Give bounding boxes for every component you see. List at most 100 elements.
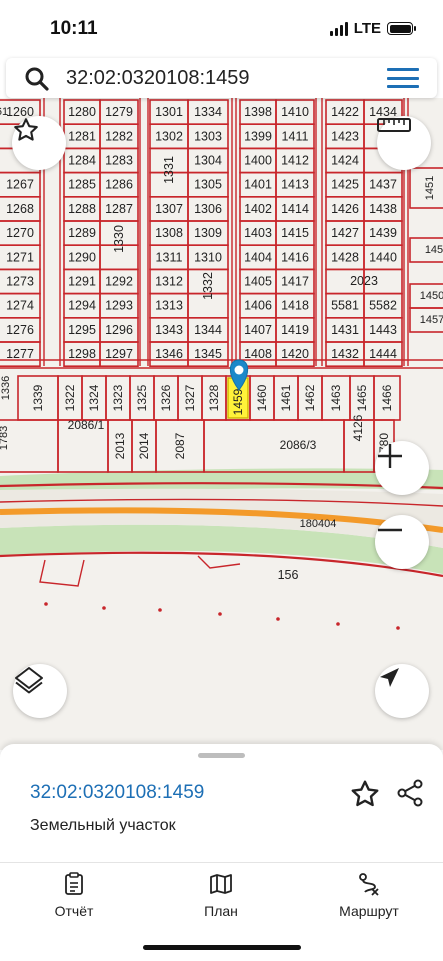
parcel-label: 1313 (155, 299, 183, 313)
report-icon (63, 871, 85, 899)
cadastral-map[interactable]: 1260 1280 1279 1301 1334 1398 1410 1422 1434 1281… (0, 98, 443, 750)
parcel-label: 1290 (68, 250, 96, 264)
parcel-label: 1270 (6, 226, 34, 240)
parcel-label: 1465 (355, 384, 369, 411)
sheet-drag-handle[interactable] (198, 753, 245, 758)
parcel-label: 2013 (113, 432, 127, 459)
parcel-label: 1415 (281, 226, 309, 240)
parcel-label: 1294 (68, 299, 96, 313)
ruler-button[interactable] (377, 116, 431, 170)
parcel-label: 61 (0, 106, 8, 118)
parcel-label: 1457 (420, 314, 443, 326)
search-bar[interactable]: 32:02:0320108:1459 (6, 58, 437, 98)
parcel-label: 1308 (155, 226, 183, 240)
boundary-marker (276, 617, 280, 621)
tab-route[interactable]: Маршрут (309, 872, 429, 919)
parcel-label: 1268 (6, 202, 34, 216)
parcel-label: 1309 (194, 226, 222, 240)
parcel-label: 1282 (105, 129, 133, 143)
parcel-label: 2014 (137, 432, 151, 459)
parcel-label: 5582 (369, 299, 397, 313)
parcel-label: 1344 (194, 323, 222, 337)
parcel-label: 1425 (331, 178, 359, 192)
map-background (0, 98, 443, 750)
parcel-label: 1287 (105, 202, 133, 216)
share-icon[interactable] (395, 778, 425, 813)
parcel-label: 1432 (331, 347, 359, 361)
bottom-tab-bar: Отчёт План Маршрут (0, 862, 443, 961)
parcel-label: 2086/3 (280, 438, 317, 452)
tab-report-label: Отчёт (54, 903, 94, 919)
parcel-label: 1399 (244, 129, 272, 143)
parcel-label: 1288 (68, 202, 96, 216)
parcel-label: 1280 (68, 105, 96, 119)
parcel-label: 1444 (369, 347, 397, 361)
parcel-label: 180404 (300, 518, 337, 530)
zoom-out-button[interactable] (375, 515, 429, 569)
parcel-label: 1466 (380, 384, 394, 411)
parcel-label: 1307 (155, 202, 183, 216)
parcel-label: 1325 (135, 384, 149, 411)
parcel-label: 1407 (244, 323, 272, 337)
boundary-marker (102, 606, 106, 610)
parcel-label: 1296 (105, 323, 133, 337)
parcel-label: 1281 (68, 129, 96, 143)
parcel-label: 1437 (369, 178, 397, 192)
home-indicator (143, 945, 301, 950)
parcel-label: 1339 (31, 384, 45, 411)
favorite-map-button[interactable] (12, 116, 66, 170)
parcel-label: 1462 (303, 384, 317, 411)
parcel-label: 1408 (244, 347, 272, 361)
parcel-label: 1459 (231, 388, 245, 415)
parcel-label: 1406 (244, 299, 272, 313)
parcel-label: 1412 (281, 154, 309, 168)
parcel-label: 1443 (369, 323, 397, 337)
parcel-label: 1450 (420, 290, 443, 302)
search-input[interactable]: 32:02:0320108:1459 (66, 67, 250, 90)
parcel-info-sheet[interactable]: 32:02:0320108:1459 Земельный участок (0, 744, 443, 862)
parcel-label: 1292 (105, 275, 133, 289)
signal-icon (329, 21, 348, 36)
boundary-marker (158, 608, 162, 612)
route-icon (357, 872, 381, 899)
parcel-label: 1431 (331, 323, 359, 337)
boundary-marker (44, 602, 48, 606)
tab-route-label: Маршрут (339, 903, 399, 919)
map-plan-icon (209, 873, 233, 898)
parcel-label: 1311 (156, 250, 183, 264)
boundary-marker (218, 612, 222, 616)
parcel-label: 1310 (194, 250, 222, 264)
parcel-label: 1284 (68, 154, 96, 168)
parcel-label: 1463 (329, 384, 343, 411)
parcel-label: 2023 (350, 274, 378, 288)
layers-button[interactable] (13, 664, 67, 718)
parcel-label: 1417 (281, 275, 309, 289)
boundary-marker (336, 622, 340, 626)
status-time: 10:11 (50, 18, 98, 39)
parcel-label: 1323 (111, 384, 125, 411)
tab-plan[interactable]: План (161, 873, 281, 919)
parcel-cadastral-number[interactable]: 32:02:0320108:1459 (30, 782, 204, 804)
parcel-label: 1401 (244, 178, 272, 192)
parcel-label: 1322 (63, 384, 77, 411)
parcel-label: 1418 (281, 299, 309, 313)
tab-report[interactable]: Отчёт (14, 871, 134, 919)
parcel-label: 1403 (244, 226, 272, 240)
hamburger-menu-icon[interactable] (387, 68, 419, 88)
map-canvas[interactable]: 1260 1280 1279 1301 1334 1398 1410 1422 14341281… (0, 98, 443, 750)
star-icon[interactable] (349, 778, 381, 815)
parcel-label: 1439 (369, 226, 397, 240)
my-location-button[interactable] (375, 664, 429, 718)
network-label: LTE (353, 20, 381, 37)
parcel-label: 1422 (331, 105, 359, 119)
status-bar: 10:11 LTE (0, 0, 443, 56)
parcel-label: 1332 (201, 272, 215, 300)
parcel-label: 5581 (331, 299, 359, 313)
search-icon[interactable] (24, 66, 50, 97)
parcel-label: 1301 (155, 105, 183, 119)
tab-plan-label: План (204, 903, 238, 919)
parcel-label: 1291 (68, 275, 96, 289)
parcel-label: 1276 (6, 323, 34, 337)
zoom-in-button[interactable] (375, 441, 429, 495)
parcel-label: 2086/1 (68, 418, 105, 432)
